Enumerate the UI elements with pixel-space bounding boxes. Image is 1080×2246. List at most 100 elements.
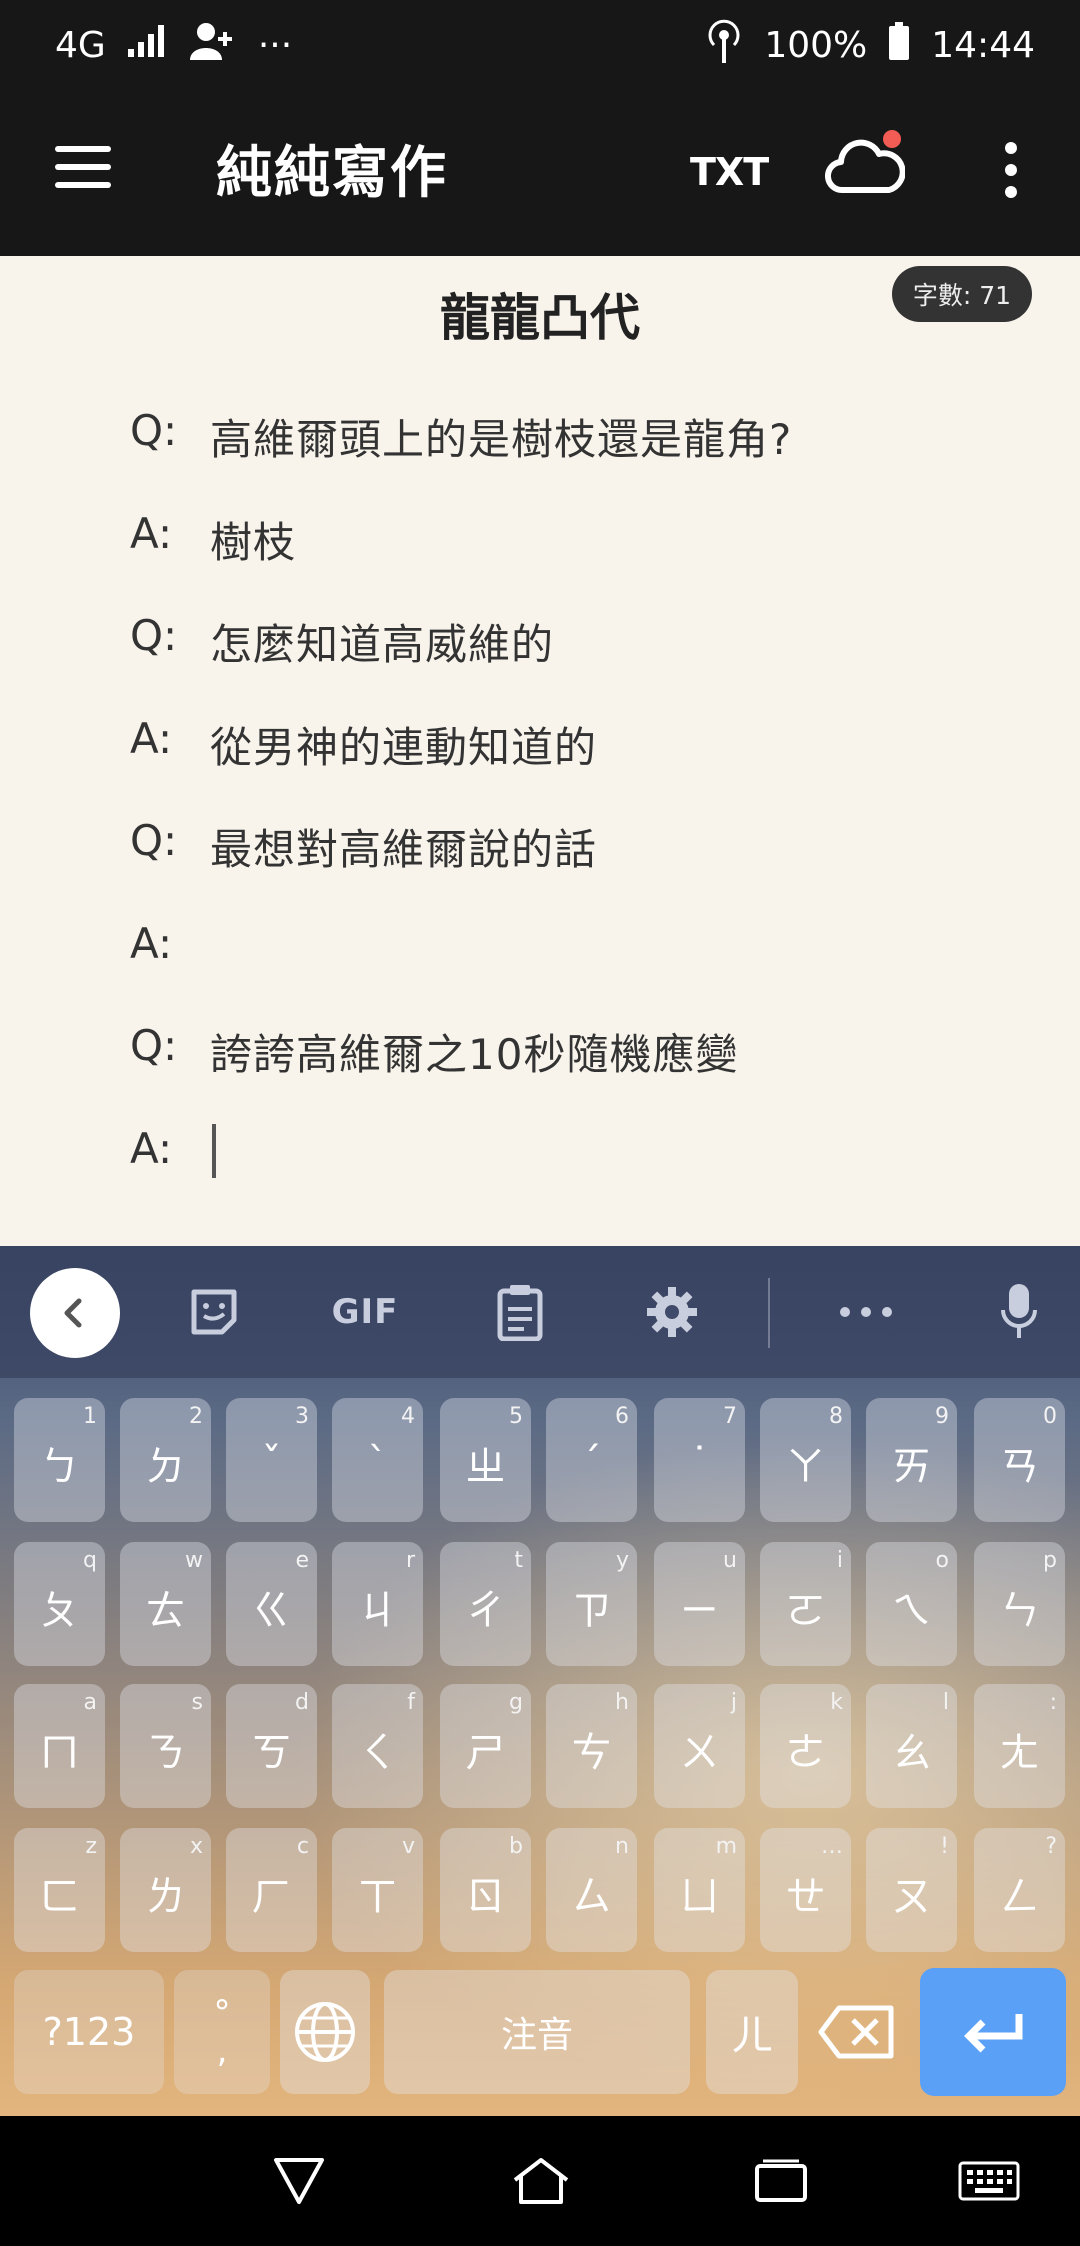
key[interactable]: 0ㄢ <box>974 1398 1065 1522</box>
network-type: 4G <box>55 24 106 66</box>
key-label: ㄔ <box>465 1588 506 1634</box>
key[interactable]: bㄖ <box>440 1828 531 1952</box>
key[interactable]: ! ㄡ <box>866 1828 957 1952</box>
backspace-icon[interactable] <box>812 1970 902 2094</box>
key[interactable]: nㄙ <box>546 1828 637 1952</box>
navigation-bar <box>0 2116 1080 2246</box>
space-key[interactable]: 注音 <box>384 1970 690 2094</box>
key-label: ㄈ <box>39 1874 80 1920</box>
text-line[interactable]: Q: 最想對高維爾說的話 <box>130 816 1040 919</box>
word-count-badge: 字數: 71 <box>892 266 1032 322</box>
microphone-icon[interactable] <box>994 1282 1044 1342</box>
key-label: ㄣ <box>999 1588 1040 1634</box>
key[interactable]: 5ㄓ <box>440 1398 531 1522</box>
key[interactable]: jㄨ <box>654 1684 745 1808</box>
key[interactable]: 9ㄞ <box>866 1398 957 1522</box>
clipboard-icon[interactable] <box>494 1282 546 1342</box>
text-line[interactable]: A: 樹枝 <box>130 509 1040 612</box>
key[interactable]: iㄛ <box>760 1542 851 1666</box>
menu-icon[interactable] <box>50 138 116 204</box>
text-line[interactable]: Q: 誇誇高維爾之10秒隨機應變 <box>130 1021 1040 1124</box>
back-chevron-icon[interactable] <box>30 1268 120 1358</box>
key-label: ㄊ <box>145 1588 186 1634</box>
key[interactable]: mㄩ <box>654 1828 745 1952</box>
key[interactable]: rㄐ <box>332 1542 423 1666</box>
key[interactable]: yㄗ <box>546 1542 637 1666</box>
key[interactable]: 4ˋ <box>332 1398 423 1522</box>
key[interactable]: ? ㄥ <box>974 1828 1065 1952</box>
symbols-key[interactable]: ?123 <box>14 1970 164 2094</box>
punctuation-label: ° , <box>213 1993 231 2071</box>
key-row-1: 1ㄅ 2ㄉ 3ˇ 4ˋ 5ㄓ 6ˊ 7 ˙ 8ㄚ 9ㄞ 0ㄢ <box>0 1398 1080 1522</box>
key[interactable]: fㄑ <box>332 1684 423 1808</box>
gif-label: GIF <box>331 1292 399 1332</box>
back-triangle-icon[interactable] <box>264 2146 334 2216</box>
punctuation-key[interactable]: ° , <box>174 1970 270 2094</box>
signal-icon <box>127 24 168 66</box>
settings-icon[interactable] <box>644 1282 700 1342</box>
text-line[interactable]: Q: 怎麼知道高威維的 <box>130 611 1040 714</box>
cloud-sync-icon[interactable] <box>824 130 906 200</box>
key-label: ㄢ <box>999 1444 1040 1490</box>
status-bar: 4G ··· 100% 14:44 <box>0 0 1080 90</box>
globe-icon[interactable] <box>280 1970 370 2094</box>
key[interactable]: 3ˇ <box>226 1398 317 1522</box>
text-line[interactable]: Q: 高維爾頭上的是樹枝還是龍角? <box>130 406 1040 509</box>
key[interactable]: … ㄝ <box>760 1828 851 1952</box>
key-hint: … <box>821 1834 843 1859</box>
key[interactable]: oㄟ <box>866 1542 957 1666</box>
key[interactable]: sㄋ <box>120 1684 211 1808</box>
key[interactable]: dㄎ <box>226 1684 317 1808</box>
key[interactable]: vㄒ <box>332 1828 423 1952</box>
key[interactable]: eㄍ <box>226 1542 317 1666</box>
line-text: 樹枝 <box>210 517 297 567</box>
keyboard-icon[interactable] <box>954 2146 1024 2216</box>
more-horiz-icon[interactable] <box>838 1282 894 1342</box>
toolbar-divider <box>768 1278 770 1348</box>
key[interactable]: 7 ˙ <box>654 1398 745 1522</box>
key-label: ˙ <box>689 1440 710 1486</box>
key[interactable]: kㄜ <box>760 1684 851 1808</box>
key[interactable]: pㄣ <box>974 1542 1065 1666</box>
key-hint: m <box>715 1834 737 1859</box>
home-icon[interactable] <box>506 2146 576 2216</box>
line-text: 怎麼知道高威維的 <box>210 620 555 669</box>
key-hint: j <box>730 1690 737 1715</box>
editor[interactable]: 龍龍凸代 字數: 71 Q: 高維爾頭上的是樹枝還是龍角? A: 樹枝 Q: 怎… <box>0 256 1080 1246</box>
key[interactable]: :ㄤ <box>974 1684 1065 1808</box>
key[interactable]: cㄏ <box>226 1828 317 1952</box>
text-line-active[interactable]: A: <box>130 1124 1040 1227</box>
gif-button[interactable]: GIF <box>320 1282 410 1342</box>
key-label: ㄠ <box>891 1730 932 1776</box>
key[interactable]: tㄔ <box>440 1542 531 1666</box>
key[interactable]: gㄕ <box>440 1684 531 1808</box>
key[interactable]: 1ㄅ <box>14 1398 105 1522</box>
recents-icon[interactable] <box>746 2146 816 2216</box>
key-row-bottom: ?123 ° , 注音 ㄦ <box>0 1968 1080 2096</box>
key[interactable]: lㄠ <box>866 1684 957 1808</box>
key[interactable]: 2ㄉ <box>120 1398 211 1522</box>
key-label: ㄝ <box>785 1874 826 1920</box>
key[interactable]: uㄧ <box>654 1542 745 1666</box>
text-line[interactable]: A: 從男神的連動知道的 <box>130 714 1040 817</box>
key[interactable]: 6ˊ <box>546 1398 637 1522</box>
enter-icon[interactable] <box>920 1968 1066 2096</box>
text-line[interactable]: A: <box>130 919 1040 1022</box>
key[interactable]: 8ㄚ <box>760 1398 851 1522</box>
key[interactable]: zㄈ <box>14 1828 105 1952</box>
key-label: ㄩ <box>679 1874 720 1920</box>
key-hint: : <box>1049 1690 1057 1715</box>
more-vert-icon[interactable] <box>996 138 1026 208</box>
key[interactable]: qㄆ <box>14 1542 105 1666</box>
sticker-icon[interactable] <box>186 1282 242 1342</box>
key[interactable]: wㄊ <box>120 1542 211 1666</box>
key-hint: 7 <box>723 1404 737 1429</box>
key[interactable]: hㄘ <box>546 1684 637 1808</box>
key[interactable]: aㄇ <box>14 1684 105 1808</box>
txt-export-button[interactable]: TXT <box>690 150 769 194</box>
key[interactable]: xㄌ <box>120 1828 211 1952</box>
key-label: ㄅ <box>39 1444 80 1490</box>
document-body[interactable]: Q: 高維爾頭上的是樹枝還是龍角? A: 樹枝 Q: 怎麼知道高威維的 A: 從… <box>130 406 1040 1226</box>
status-left: 4G ··· <box>55 22 292 69</box>
er-key[interactable]: ㄦ <box>706 1970 798 2094</box>
